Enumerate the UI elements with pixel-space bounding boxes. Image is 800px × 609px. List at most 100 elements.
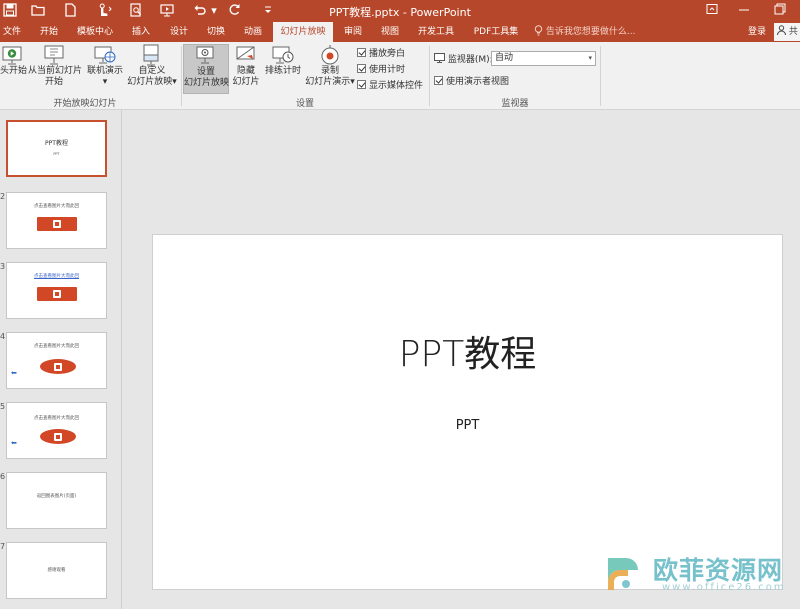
slide-thumbnail[interactable]: 感谢观看 [6, 542, 107, 599]
record-slideshow-button[interactable]: 录制 幻灯片演示▾ [303, 44, 357, 88]
current-slide[interactable]: PPT教程 PPT [152, 234, 783, 590]
tab-slideshow[interactable]: 幻灯片放映 [273, 22, 333, 42]
checkbox-checked-icon [357, 64, 366, 73]
thumbnail-text: 返回图表图片(页面) [36, 494, 77, 499]
restore-icon[interactable] [770, 3, 790, 19]
play-narration-checkbox[interactable]: 播放旁白 [357, 46, 405, 59]
slide-number: 2 [0, 192, 6, 201]
monitor-label: 监视器(M): [447, 55, 493, 65]
play-narration-label: 播放旁白 [369, 49, 406, 59]
tab-transitions[interactable]: 切换 [199, 22, 233, 42]
ribbon-display-icon[interactable] [702, 3, 722, 19]
show-media-controls-checkbox[interactable]: 显示媒体控件 [357, 78, 423, 91]
tab-pdf-tools[interactable]: PDF工具集 [468, 22, 524, 42]
group-divider [181, 46, 182, 106]
from-beginning-button[interactable]: 头开始 [0, 44, 27, 77]
monitor-label-row: 监视器(M): [434, 52, 493, 65]
back-arrow-icon: ⬅ [11, 369, 17, 377]
tab-file[interactable]: 文件 [0, 22, 24, 42]
login-link[interactable]: 登录 [748, 22, 766, 42]
checkbox-checked-icon [434, 76, 443, 85]
hide-slide-label-2: 幻灯片 [232, 77, 260, 87]
online-present-button[interactable]: 联机演示 ▾ [86, 44, 124, 88]
group-label-setup: 设置 [295, 99, 314, 109]
share-label: 共 [788, 27, 798, 37]
setup-slideshow-button[interactable]: 设置 幻灯片放映 [183, 44, 229, 94]
slide-thumbnail[interactable]: PPT教程 PPT [6, 120, 107, 177]
online-present-icon [93, 44, 117, 64]
powerpoint-logo-icon [54, 432, 62, 441]
rehearse-timings-button[interactable]: 排练计时 [265, 44, 301, 77]
slide-thumbnail[interactable]: 点击查看图片大而此回 ⬅ [6, 402, 107, 459]
group-label-monitor: 监视器 [501, 99, 529, 109]
slide-number: 5 [0, 402, 6, 411]
watermark-url: www.office26.com [662, 582, 786, 593]
monitor-value: 自动 [495, 53, 514, 63]
tab-template-center[interactable]: 模板中心 [72, 22, 118, 42]
slide-thumbnail-panel[interactable]: PPT教程 PPT 2 点击查看图片大而此回 3 点击查看图片大而此回 4 点击… [0, 110, 122, 609]
thumbnail-banner [37, 217, 77, 231]
rehearse-timings-label: 排练计时 [265, 66, 302, 76]
hide-slide-button[interactable]: 隐藏 幻灯片 [231, 44, 261, 88]
slide-thumbnail[interactable]: 点击查看图片大而此回 ⬅ [6, 332, 107, 389]
tab-developer[interactable]: 开发工具 [413, 22, 459, 42]
slideshow-current-icon [42, 44, 66, 65]
setup-slideshow-label-2: 幻灯片放映 [184, 78, 230, 88]
online-present-label: 联机演示 [86, 66, 123, 76]
slide-thumbnail[interactable]: 点击查看图片大而此回 [6, 262, 107, 319]
powerpoint-logo-icon [53, 290, 61, 298]
slide-thumbnail[interactable]: 返回图表图片(页面) [6, 472, 107, 529]
group-divider [600, 46, 601, 106]
thumbnail-text: 点击查看图片大而此回 [34, 344, 79, 349]
slide-number: 3 [0, 262, 6, 271]
custom-slideshow-icon [140, 44, 164, 66]
ribbon-tab-bar: 文件 开始 模板中心 插入 设计 切换 动画 幻灯片放映 审阅 视图 开发工具 … [0, 22, 800, 42]
tab-review[interactable]: 审阅 [338, 22, 368, 42]
use-timings-label: 使用计时 [369, 65, 406, 75]
chevron-down-icon: ▾ [588, 54, 592, 62]
tab-animations[interactable]: 动画 [236, 22, 270, 42]
monitor-icon [434, 53, 448, 65]
tell-me-box[interactable]: 告诉我您想要做什么... [534, 22, 635, 42]
use-timings-checkbox[interactable]: 使用计时 [357, 62, 405, 75]
slide-title[interactable]: PPT教程 [153, 325, 782, 377]
from-current-label-1: 从当前幻灯片 [28, 66, 83, 76]
minimize-icon[interactable] [734, 3, 754, 19]
title-bar: ▾ PPT教程.pptx - PowerPoint [0, 0, 800, 22]
rehearse-timings-icon [271, 44, 295, 64]
tab-design[interactable]: 设计 [162, 22, 196, 42]
tab-insert[interactable]: 插入 [124, 22, 158, 42]
online-present-dropdown-icon: ▾ [102, 77, 108, 87]
share-button[interactable]: 共 [774, 23, 800, 41]
checkbox-checked-icon [357, 80, 366, 89]
custom-slideshow-label-1: 自定义 [138, 66, 166, 76]
watermark: 欧菲资源网 www.office26.com [600, 548, 800, 600]
custom-slideshow-button[interactable]: 自定义 幻灯片放映▾ [126, 44, 178, 88]
record-dropdown-icon: ▾ [350, 77, 355, 87]
presenter-view-checkbox[interactable]: 使用演示者视图 [434, 74, 509, 87]
document-title: PPT教程.pptx - PowerPoint [329, 6, 471, 19]
checkbox-checked-icon [357, 48, 366, 57]
hide-slide-label-1: 隐藏 [236, 66, 255, 76]
tab-view[interactable]: 视图 [373, 22, 407, 42]
tab-home[interactable]: 开始 [32, 22, 66, 42]
group-divider [429, 46, 430, 106]
thumbnail-oval [40, 429, 76, 444]
thumbnail-text: 点击查看图片大而此回 [34, 416, 79, 421]
thumbnail-text: 感谢观看 [47, 568, 66, 573]
slide-subtitle[interactable]: PPT [153, 418, 782, 433]
group-label-start: 开始放映幻灯片 [53, 99, 117, 109]
powerpoint-logo-icon [54, 362, 62, 371]
thumbnail-banner [37, 287, 77, 301]
from-current-label-2: 开始 [44, 77, 63, 87]
powerpoint-logo-icon [53, 220, 61, 228]
slide-editor[interactable]: PPT教程 PPT [123, 110, 800, 609]
show-media-controls-label: 显示媒体控件 [369, 81, 424, 91]
back-arrow-icon: ⬅ [11, 439, 17, 447]
thumbnail-text: 点击查看图片大而此回 [34, 204, 79, 209]
slide-thumbnail[interactable]: 点击查看图片大而此回 [6, 192, 107, 249]
monitor-select[interactable]: 自动 ▾ [491, 51, 596, 66]
custom-slideshow-label-2: 幻灯片放映 [127, 77, 173, 87]
from-current-button[interactable]: 从当前幻灯片 开始 [28, 44, 83, 88]
record-slideshow-label-2: 幻灯片演示 [305, 77, 351, 87]
